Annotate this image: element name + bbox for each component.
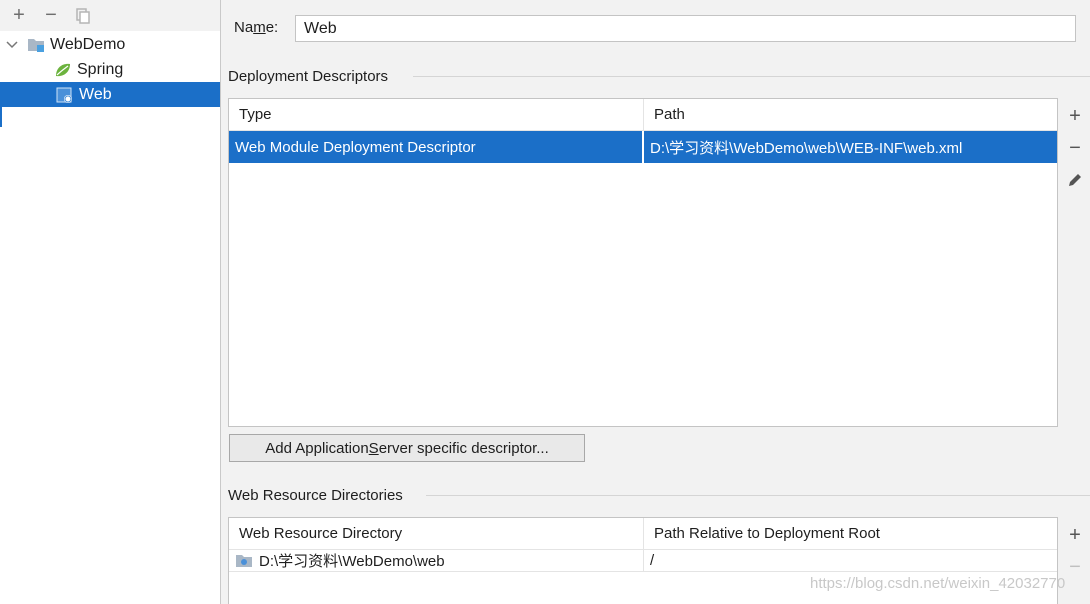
table-header: Type Path xyxy=(229,99,1057,131)
name-label-part: e: xyxy=(265,19,279,36)
section-divider xyxy=(413,76,1090,77)
add-server-descriptor-button[interactable]: Add Application Server specific descript… xyxy=(229,434,585,462)
tree-item-label: Web xyxy=(79,85,112,103)
copy-icon-glyph xyxy=(76,7,90,24)
table-row[interactable]: D:\学习资料\WebDemo\web / xyxy=(229,550,1057,572)
web-folder-icon xyxy=(236,554,252,567)
descriptor-path-cell: D:\学习资料\WebDemo\web\WEB-INF\web.xml xyxy=(650,139,963,157)
web-facet-icon xyxy=(56,86,74,104)
selection-edge xyxy=(0,107,2,127)
column-header-type[interactable]: Type xyxy=(229,99,644,130)
table-header: Web Resource Directory Path Relative to … xyxy=(229,518,1057,550)
tree-item-spring[interactable]: Spring xyxy=(0,57,220,82)
descriptor-type-cell: Web Module Deployment Descriptor xyxy=(229,131,644,163)
resource-directory-text: D:\学习资料\WebDemo\web xyxy=(259,553,445,570)
tree-item-web[interactable]: Web xyxy=(0,82,220,107)
deployment-descriptors-table: Type Path Web Module Deployment Descript… xyxy=(228,98,1058,427)
tree-item-label: Spring xyxy=(77,60,124,78)
deployment-side-toolbar: + − xyxy=(1060,103,1090,199)
remove-icon[interactable]: − xyxy=(1062,135,1088,161)
button-label-part: Add Application xyxy=(265,439,369,457)
table-row[interactable]: Web Module Deployment Descriptor D:\学习资料… xyxy=(229,131,1057,163)
add-icon[interactable]: + xyxy=(1062,103,1088,129)
tree-item-webdemo[interactable]: WebDemo xyxy=(0,32,220,57)
deployment-section-title: Deployment Descriptors xyxy=(228,68,389,85)
resource-relative-path-cell: / xyxy=(650,552,655,569)
column-header-path[interactable]: Path xyxy=(644,99,1057,130)
resource-directory-cell: D:\学习资料\WebDemo\web xyxy=(229,550,644,571)
add-icon[interactable]: + xyxy=(1062,522,1088,548)
module-folder-icon xyxy=(27,36,45,54)
facet-tree-panel: + − WebDemo Spring Web xyxy=(0,0,221,604)
tree-item-label: WebDemo xyxy=(50,35,126,53)
tree-toolbar: + − xyxy=(0,0,220,31)
edit-pencil-icon[interactable] xyxy=(1062,167,1088,193)
name-label-part: Na xyxy=(234,19,254,36)
add-icon[interactable]: + xyxy=(8,4,30,27)
remove-icon[interactable]: − xyxy=(1062,554,1088,580)
chevron-down-icon[interactable] xyxy=(5,38,19,52)
column-header-directory[interactable]: Web Resource Directory xyxy=(229,518,644,549)
column-header-relative-path[interactable]: Path Relative to Deployment Root xyxy=(644,518,1057,549)
resources-section-title: Web Resource Directories xyxy=(228,487,403,504)
copy-icon[interactable] xyxy=(72,5,94,27)
button-label-mnemonic: S xyxy=(368,439,379,457)
name-field[interactable] xyxy=(295,15,1076,42)
name-label-mnemonic: m xyxy=(253,19,266,36)
watermark: https://blog.csdn.net/weixin_42032770 xyxy=(810,575,1066,592)
button-label-part: erver specific descriptor... xyxy=(378,439,549,457)
section-divider xyxy=(426,495,1090,496)
name-label: Name: xyxy=(234,19,278,36)
spring-leaf-icon xyxy=(54,61,72,79)
remove-icon[interactable]: − xyxy=(40,4,62,27)
